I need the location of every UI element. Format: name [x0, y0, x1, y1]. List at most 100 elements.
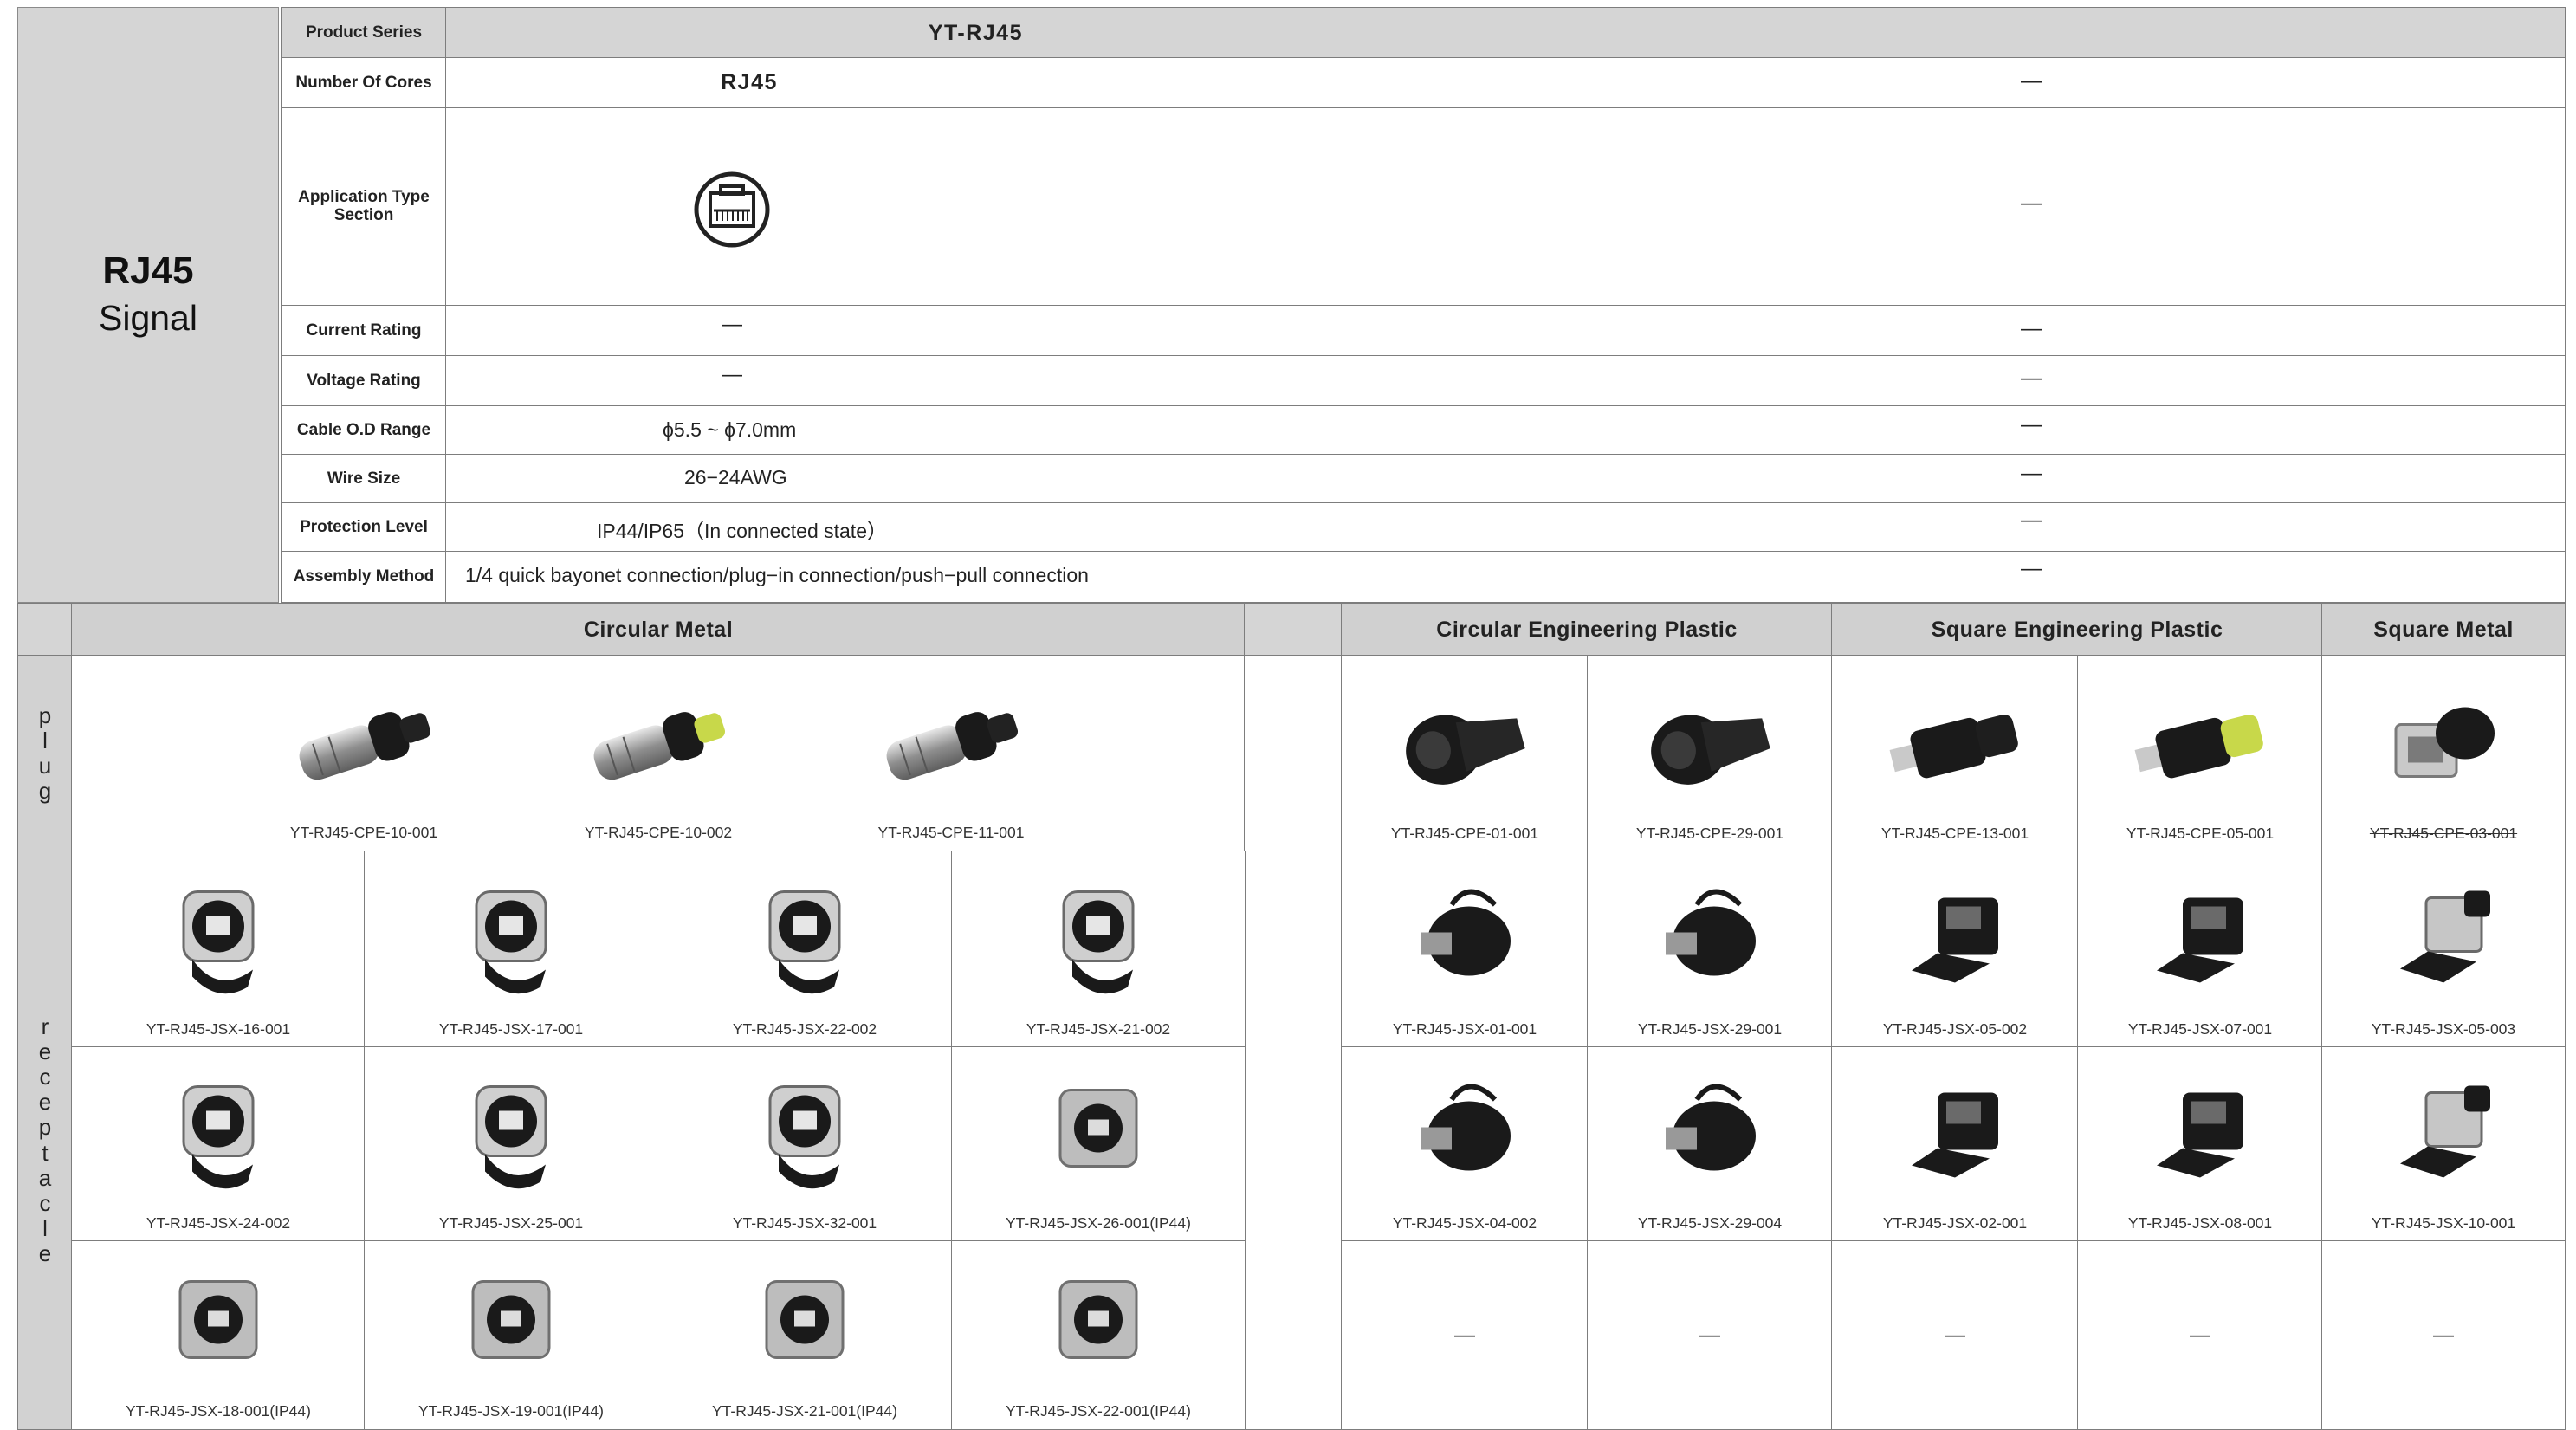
assembly-method-left: 1/4 quick bayonet connection/plug−in con…: [465, 564, 1089, 586]
group-header-circular-metal: Circular Metal: [71, 603, 1246, 657]
product-cell: YT-RJ45-JSX-21-001(IP44): [657, 1240, 953, 1430]
current-rating-right: —: [2021, 317, 2042, 340]
row-label-letter: p: [38, 702, 52, 728]
category-title-line1: RJ45: [102, 249, 194, 292]
product-cell: YT-RJ45-JSX-05-003: [2321, 851, 2566, 1048]
connector-image: [2131, 878, 2269, 1004]
protection-level-left: IP44/IP65（In connected state）: [597, 520, 887, 542]
number-of-cores-left: RJ45: [721, 70, 778, 94]
spec-label-text: Product Series: [305, 23, 423, 42]
connector-image: [1391, 691, 1538, 799]
part-number: YT-RJ45-JSX-04-002: [1392, 1214, 1537, 1232]
row-label-letter: c: [39, 1064, 51, 1090]
part-number: YT-RJ45-JSX-29-004: [1637, 1214, 1783, 1232]
spec-label-assembly-method: Assembly Method: [281, 551, 447, 603]
spec-label-voltage-rating: Voltage Rating: [281, 355, 447, 407]
cable-od-range-right: —: [2021, 413, 2042, 437]
connector-image: [450, 1070, 572, 1204]
spec-value-assembly-method: 1/4 quick bayonet connection/plug−in con…: [445, 551, 2566, 603]
spec-label-text: Assembly Method: [293, 566, 435, 586]
spec-value-application-type: —: [445, 107, 2566, 307]
product-cell: YT-RJ45-JSX-22-001(IP44): [951, 1240, 1246, 1430]
connector-image: [1038, 874, 1159, 1008]
spec-label-text: Application Type Section: [298, 188, 430, 224]
part-number: YT-RJ45-CPE-05-001: [2126, 825, 2275, 842]
connector-image: [877, 693, 1025, 793]
row-label-letter: t: [42, 1139, 49, 1166]
part-number: YT-RJ45-JSX-18-001(IP44): [126, 1402, 311, 1420]
connector-image: [2374, 878, 2513, 1004]
number-of-cores-right: —: [2021, 69, 2042, 93]
spec-value-voltage-rating: — —: [445, 355, 2566, 407]
category-side-panel: RJ45 Signal: [17, 7, 279, 603]
connector-image: [450, 1260, 572, 1394]
group-header-text: Square Metal: [2373, 617, 2514, 642]
row-label-letter: e: [38, 1089, 52, 1116]
product-cell: YT-RJ45-JSX-16-001: [71, 851, 366, 1048]
part-number: YT-RJ45-JSX-29-001: [1637, 1020, 1783, 1038]
connector-image: [450, 874, 572, 1008]
product-cell: YT-RJ45-JSX-22-002: [657, 851, 953, 1048]
connector-image: [2374, 1074, 2513, 1200]
cable-od-range-left: ϕ5.5 ~ ϕ7.0mm: [663, 418, 797, 441]
product-cell: YT-RJ45-CPE-13-001: [1831, 655, 2079, 852]
connector-image: [1038, 1070, 1159, 1204]
row-label-header-spacer: [17, 603, 73, 657]
empty-cell-dash: —: [2190, 1323, 2210, 1347]
group-header-text: Square Engineering Plastic: [1931, 617, 2223, 642]
spec-label-text: Voltage Rating: [307, 371, 421, 390]
row-label-letter: u: [38, 753, 52, 779]
connector-image: [1645, 878, 1775, 1004]
product-series-value: YT-RJ45: [928, 21, 1023, 45]
part-number: YT-RJ45-CPE-11-001: [877, 824, 1025, 841]
product-cell: YT-RJ45-JSX-02-001: [1831, 1046, 2079, 1242]
product-cell: —: [1831, 1240, 2079, 1430]
product-cell: YT-RJ45-JSX-19-001(IP44): [364, 1240, 658, 1430]
product-cell: YT-RJ45-JSX-10-001: [2321, 1046, 2566, 1242]
product-item: YT-RJ45-CPE-10-001: [217, 658, 511, 851]
connector-image: [1881, 696, 2029, 795]
metal-gap-column: [1244, 655, 1343, 1430]
connector-image: [744, 1070, 865, 1204]
spec-label-text: Cable O.D Range: [296, 420, 431, 439]
part-number: YT-RJ45-JSX-21-002: [1026, 1020, 1171, 1038]
connector-image: [744, 874, 865, 1008]
product-cell: YT-RJ45-JSX-08-001: [2077, 1046, 2323, 1242]
part-number: YT-RJ45-CPE-10-002: [584, 824, 733, 841]
product-cell: YT-RJ45-JSX-25-001: [364, 1046, 658, 1242]
spec-label-text: Current Rating: [306, 320, 422, 340]
product-cell: YT-RJ45-JSX-17-001: [364, 851, 658, 1048]
spec-label-product-series: Product Series: [281, 7, 447, 59]
spec-label-cable-od-range: Cable O.D Range: [281, 405, 447, 456]
spec-label-text: Protection Level: [300, 517, 428, 536]
category-title: RJ45 Signal: [18, 246, 278, 341]
row-label-receptacle: receptacle: [17, 851, 73, 1430]
current-rating-left: —: [722, 313, 742, 336]
part-number: YT-RJ45-JSX-16-001: [146, 1020, 291, 1038]
part-number: YT-RJ45-CPE-10-001: [289, 824, 438, 841]
product-cell: —: [2077, 1240, 2323, 1430]
row-label-letter: e: [38, 1239, 52, 1266]
spec-value-number-of-cores: RJ45 —: [445, 57, 2566, 109]
product-cell: YT-RJ45-JSX-04-002: [1341, 1046, 1589, 1242]
spec-value-cable-od-range: ϕ5.5 ~ ϕ7.0mm —: [445, 405, 2566, 456]
product-cell: YT-RJ45-JSX-21-002: [951, 851, 1246, 1048]
part-number: YT-RJ45-JSX-21-001(IP44): [712, 1402, 897, 1420]
connector-image: [158, 1070, 279, 1204]
group-header-circular-engineering-plastic: Circular Engineering Plastic: [1341, 603, 1833, 657]
spec-label-wire-size: Wire Size: [281, 454, 447, 504]
part-number: YT-RJ45-JSX-22-001(IP44): [1006, 1402, 1191, 1420]
part-number: YT-RJ45-JSX-25-001: [438, 1214, 584, 1232]
part-number: YT-RJ45-JSX-08-001: [2127, 1214, 2273, 1232]
product-cell: YT-RJ45-JSX-24-002: [71, 1046, 366, 1242]
product-cell: YT-RJ45-JSX-01-001: [1341, 851, 1589, 1048]
connector-image: [290, 693, 437, 793]
row-label-letter: l: [42, 1214, 48, 1241]
connector-image: [1886, 1074, 2024, 1200]
part-number: YT-RJ45-JSX-32-001: [732, 1214, 877, 1232]
row-label-letter: p: [38, 1114, 52, 1141]
product-cell: YT-RJ45-JSX-32-001: [657, 1046, 953, 1242]
row-label-letter: g: [38, 778, 52, 805]
part-number: YT-RJ45-JSX-02-001: [1882, 1214, 2028, 1232]
wire-size-left: 26−24AWG: [684, 466, 787, 489]
